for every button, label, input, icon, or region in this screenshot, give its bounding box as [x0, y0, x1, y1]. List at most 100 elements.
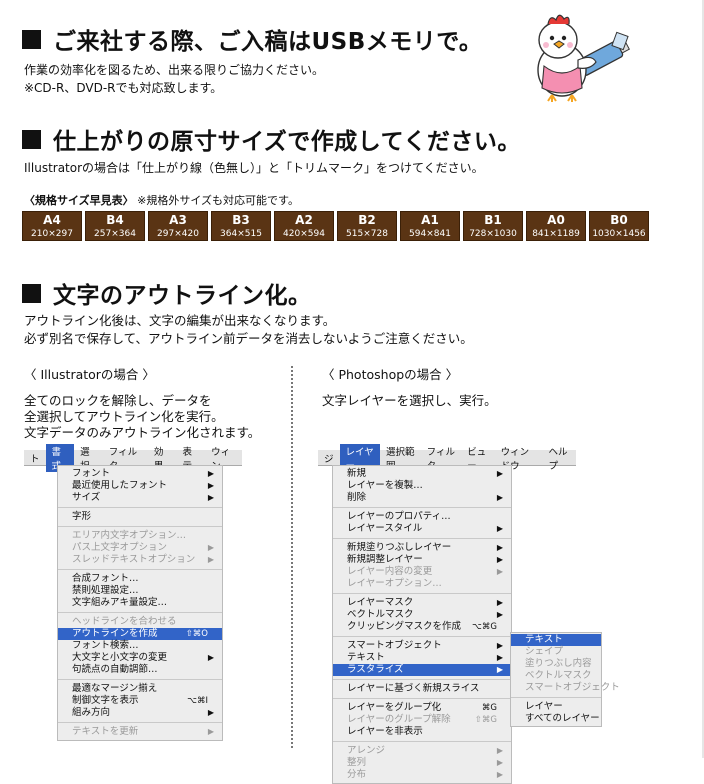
- size-table-note: ※規格外サイズも対応可能です。: [137, 194, 299, 207]
- menu-item: ヘッドラインを合わせる: [58, 616, 222, 628]
- menubar-item[interactable]: ヘルプ: [542, 444, 576, 472]
- menu-item: シェイプ: [511, 646, 601, 658]
- menu-item[interactable]: 文字組みアキ量設定…: [58, 597, 222, 609]
- menu-item-label: レイヤー: [525, 701, 563, 712]
- menu-item: 整列 ▶: [333, 757, 511, 769]
- menu-item[interactable]: 合成フォント…: [58, 573, 222, 585]
- menu-item-label: テキスト: [347, 652, 385, 663]
- menu-item[interactable]: 大文字と小文字の変更 ▶: [58, 652, 222, 664]
- menu-item[interactable]: フォント ▶: [58, 468, 222, 480]
- menu-item[interactable]: すべてのレイヤー: [511, 713, 601, 725]
- menu-item-label: スレッドテキストオプション: [72, 554, 196, 565]
- menu-item-label: ベクトルマスク: [347, 609, 414, 620]
- menu-item[interactable]: レイヤーに基づく新規スライス: [333, 683, 511, 695]
- menu-item-label: ヘッドラインを合わせる: [72, 616, 177, 627]
- menu-item-label: 禁則処理設定…: [72, 585, 139, 596]
- submenu-arrow-icon: ▶: [496, 493, 503, 502]
- menu-item[interactable]: フォント検索…: [58, 640, 222, 652]
- menu-item: スマートオブジェクト: [511, 682, 620, 694]
- heading-usb: ご来社する際、ご入稿はUSBメモリで。: [22, 22, 482, 56]
- usb-text-1: 作業の効率化を図るため、出来る限りご協力ください。: [24, 63, 325, 77]
- menu-shortcut: ⌥⌘I: [187, 696, 208, 706]
- menu-item-label: 削除: [347, 492, 367, 503]
- menu-item-label: レイヤーをグループ化: [347, 702, 442, 713]
- menu-item[interactable]: ラスタライズ ▶: [333, 664, 511, 676]
- menu-item[interactable]: 最近使用したフォント ▶: [58, 480, 222, 492]
- menu-item[interactable]: 字形: [58, 511, 222, 523]
- menu-item-label: エリア内文字オプション…: [72, 530, 187, 541]
- menu-shortcut: ⌘G: [481, 703, 497, 713]
- menu-item[interactable]: 組み方向 ▶: [58, 707, 222, 719]
- menu-item-label: 最適なマージン揃え: [72, 683, 158, 694]
- menu-item: ベクトルマスク: [511, 670, 601, 682]
- heading-outline-text: 文字のアウトライン化。: [53, 283, 312, 309]
- menu-item-label: フォント: [72, 468, 111, 479]
- size-note: Illustratorの場合は「仕上がり線（色無し）」と「トリムマーク」をつけて…: [24, 161, 484, 175]
- menu-item[interactable]: レイヤー: [511, 701, 601, 713]
- menu-item[interactable]: 最適なマージン揃え: [58, 683, 222, 695]
- menu-item: 分布 ▶: [333, 769, 511, 781]
- menu-item-label: 組み方向: [72, 707, 111, 718]
- menu-item-label: フォント検索…: [72, 640, 139, 651]
- menu-item-label: レイヤーを複製…: [347, 480, 423, 491]
- menu-item-label: 分布: [347, 769, 367, 780]
- size-cell: B1 728×1030: [463, 211, 523, 241]
- menu-item[interactable]: 新規塗りつぶしレイヤー ▶: [333, 542, 511, 554]
- size-table-caption: 〈規格サイズ早見表〉 ※規格外サイズも対応可能です。: [24, 192, 299, 208]
- menu-item[interactable]: レイヤーマスク ▶: [333, 597, 511, 609]
- menu-item-label: クリッピングマスクを作成: [347, 621, 462, 632]
- menu-item-label: レイヤーマスク: [347, 597, 414, 608]
- menu-item[interactable]: 禁則処理設定…: [58, 585, 222, 597]
- menu-item[interactable]: テキスト ▶: [333, 652, 511, 664]
- menu-item[interactable]: 削除 ▶: [333, 492, 511, 504]
- size-table-label: 〈規格サイズ早見表〉: [24, 194, 134, 207]
- menu-item[interactable]: スマートオブジェクト ▶: [333, 640, 511, 652]
- menu-separator: [333, 593, 511, 594]
- heading-outline: 文字のアウトライン化。: [22, 276, 312, 310]
- menu-separator: [58, 526, 222, 527]
- menu-item[interactable]: レイヤースタイル ▶: [333, 523, 511, 535]
- menu-item[interactable]: ベクトルマスク ▶: [333, 609, 511, 621]
- menubar-item[interactable]: ジ: [318, 451, 340, 465]
- photoshop-title: 〈 Photoshopの場合 〉: [322, 367, 459, 382]
- menu-item[interactable]: レイヤーのプロパティ…: [333, 511, 511, 523]
- menu-item[interactable]: 句読点の自動調節…: [58, 664, 222, 676]
- submenu-arrow-icon: ▶: [207, 481, 214, 490]
- menubar-item[interactable]: ト: [24, 451, 46, 465]
- chick-mascot-icon: [537, 14, 630, 102]
- menu-item-label: ラスタライズ: [347, 664, 404, 675]
- menu-item: レイヤーオプション…: [333, 578, 511, 590]
- menu-item[interactable]: サイズ ▶: [58, 492, 222, 504]
- illustrator-text-2: 全選択してアウトライン化を実行。: [24, 409, 224, 424]
- menu-item[interactable]: テキスト: [511, 634, 601, 646]
- menu-item-label: レイヤースタイル: [347, 523, 423, 534]
- menu-item[interactable]: 新規調整レイヤー ▶: [333, 554, 511, 566]
- submenu-arrow-icon: ▶: [207, 493, 214, 502]
- menu-item: レイヤー内容の変更 ▶: [333, 566, 511, 578]
- size-cell: B0 1030×1456: [589, 211, 649, 241]
- submenu-arrow-icon: ▶: [207, 543, 214, 552]
- menu-item[interactable]: アウトラインを作成 ⇧⌘O: [58, 628, 222, 640]
- size-cell: A2 420×594: [274, 211, 334, 241]
- menu-item[interactable]: レイヤーを複製…: [333, 480, 511, 492]
- menu-item[interactable]: レイヤーを非表示: [333, 726, 511, 738]
- outline-text-2: 必ず別名で保存して、アウトライン前データを消去しないようご注意ください。: [24, 331, 473, 346]
- menu-item-label: 新規: [347, 468, 367, 479]
- submenu-arrow-icon: ▶: [496, 555, 503, 564]
- outline-text-1: アウトライン化後は、文字の編集が出来なくなります。: [24, 313, 336, 328]
- menu-item-label: シェイプ: [525, 646, 564, 657]
- submenu-arrow-icon: ▶: [207, 653, 214, 662]
- submenu-arrow-icon: ▶: [496, 543, 503, 552]
- size-table: A4 210×297 B4 257×364 A3 297×420 B3 364×515 …: [22, 211, 649, 241]
- menu-item[interactable]: クリッピングマスクを作成 ⌥⌘G: [333, 621, 511, 633]
- menu-shortcut: ⇧⌘O: [185, 629, 208, 639]
- menu-item[interactable]: 新規 ▶: [333, 468, 511, 480]
- usb-text-2: ※CD-R、DVD-Rでも対応致します。: [24, 81, 223, 95]
- menu-item[interactable]: 制御文字を表示 ⌥⌘I: [58, 695, 222, 707]
- photoshop-rasterize-submenu: テキスト シェイプ 塗りつぶし内容 ベクトルマスク スマートオブジェクト レイヤー すべての…: [510, 632, 620, 727]
- menu-item-label: テキスト: [525, 634, 563, 645]
- menu-item[interactable]: レイヤーをグループ化 ⌘G: [333, 702, 511, 714]
- menu-separator: [58, 722, 222, 723]
- menu-separator: [58, 569, 222, 570]
- submenu-arrow-icon: ▶: [496, 758, 503, 767]
